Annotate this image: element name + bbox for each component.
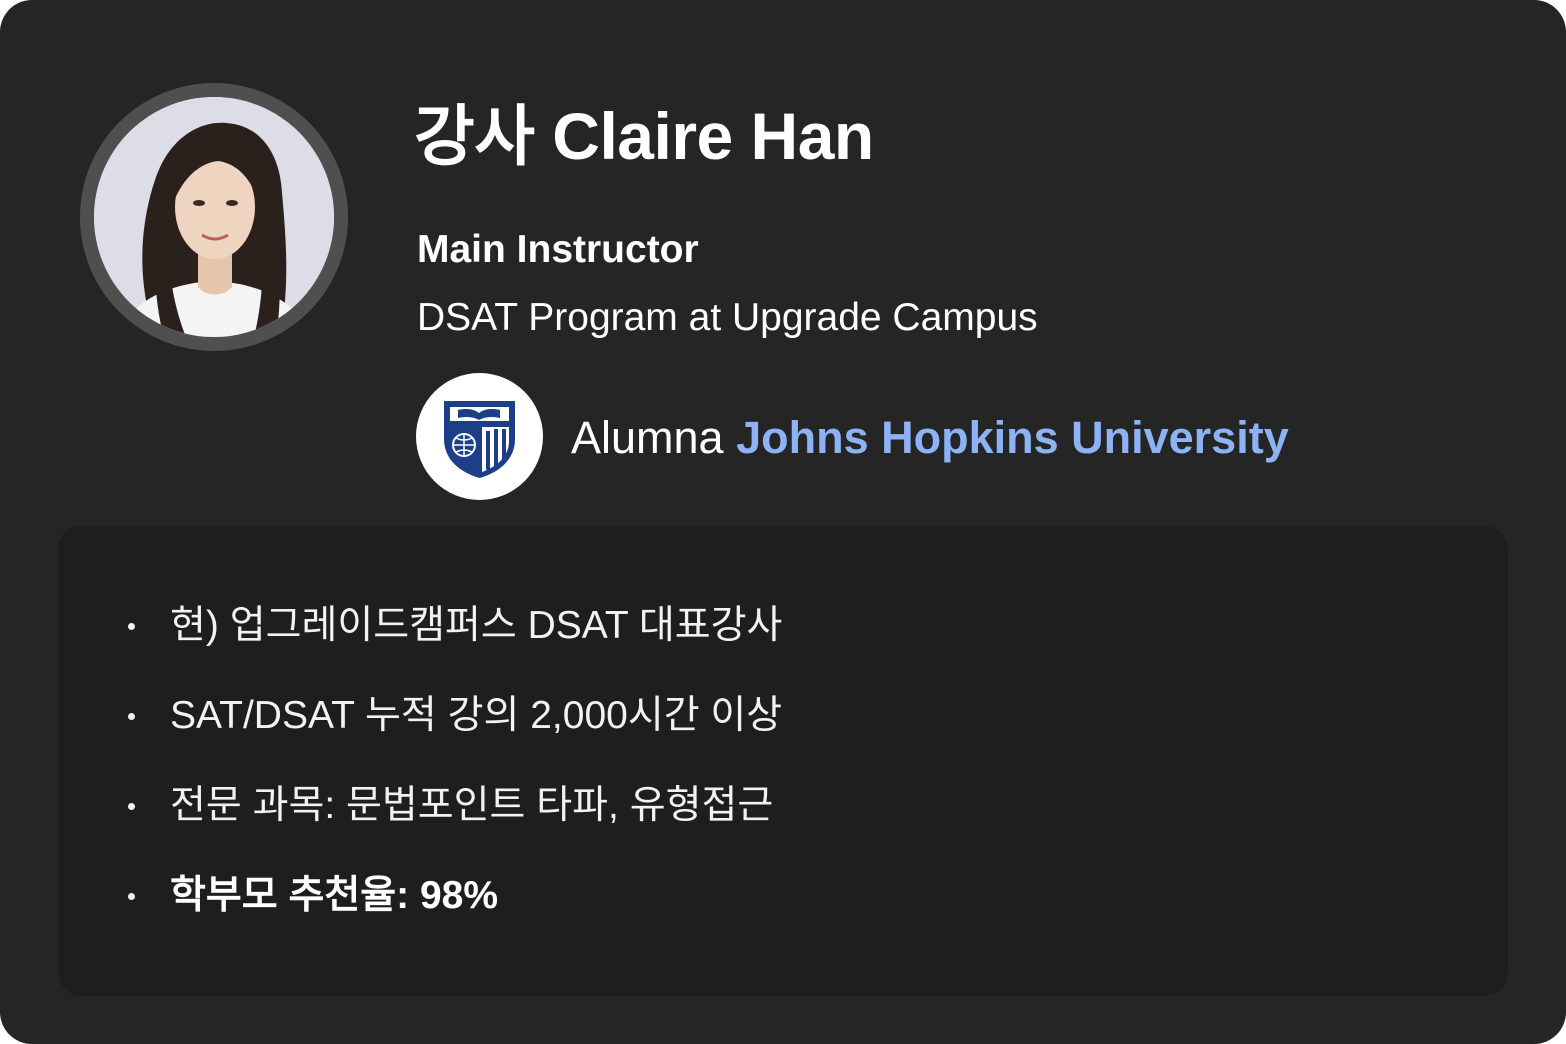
list-item: 학부모 추천율: 98% (128, 872, 498, 920)
bullet-dot-icon (128, 713, 135, 720)
highlight-text: 학부모 추천율: 98% (170, 874, 498, 917)
list-item: 현) 업그레이드캠퍼스 DSAT 대표강사 (128, 602, 783, 650)
instructor-card: 강사 Claire Han Main Instructor DSAT Progr… (0, 0, 1566, 1044)
alumna-prefix: Alumna (571, 412, 724, 463)
highlight-text: 현) 업그레이드캠퍼스 DSAT 대표강사 (170, 604, 783, 647)
highlight-text: 전문 과목: 문법포인트 타파, 유형접근 (170, 784, 774, 827)
alumna-line: Alumna Johns Hopkins University (571, 411, 1289, 465)
bullet-dot-icon (128, 893, 135, 900)
bullet-dot-icon (128, 803, 135, 810)
list-item: 전문 과목: 문법포인트 타파, 유형접근 (128, 782, 774, 830)
university-shield-icon (444, 401, 515, 478)
avatar (94, 97, 334, 337)
list-item: SAT/DSAT 누적 강의 2,000시간 이상 (128, 692, 783, 740)
avatar-ring (80, 83, 348, 351)
bullet-dot-icon (128, 623, 135, 630)
university-logo (416, 373, 543, 500)
instructor-role: Main Instructor (417, 228, 699, 271)
instructor-photo (94, 97, 334, 337)
instructor-program: DSAT Program at Upgrade Campus (417, 296, 1038, 339)
university-name: Johns Hopkins University (736, 412, 1289, 463)
instructor-name: 강사 Claire Han (414, 99, 874, 173)
highlight-text: SAT/DSAT 누적 강의 2,000시간 이상 (170, 694, 783, 737)
highlights-panel: 현) 업그레이드캠퍼스 DSAT 대표강사 SAT/DSAT 누적 강의 2,0… (58, 526, 1508, 996)
